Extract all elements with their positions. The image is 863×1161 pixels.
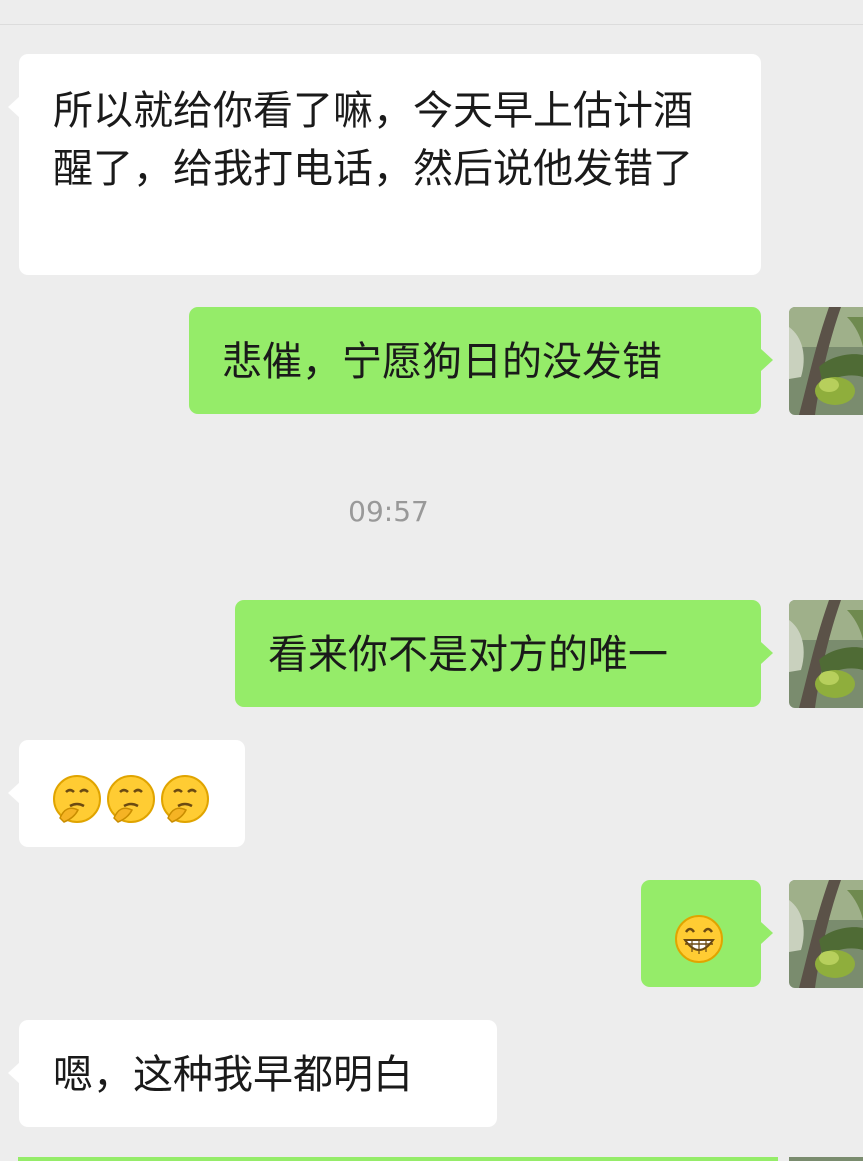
thinking-face-icon bbox=[106, 774, 156, 824]
bubble-tail bbox=[761, 349, 773, 371]
plant-photo-avatar bbox=[789, 307, 863, 415]
message-text: 看来你不是对方的唯一 bbox=[268, 632, 668, 678]
top-divider bbox=[0, 0, 863, 25]
message-bubble-incoming[interactable]: 嗯，这种我早都明白 bbox=[8, 1020, 497, 1127]
message-bubble-outgoing[interactable] bbox=[641, 880, 773, 987]
message-text: 所以就给你看了嘛，今天早上估计酒醒了，给我打电话，然后说他发错了 bbox=[53, 88, 693, 192]
message-text: 嗯，这种我早都明白 bbox=[53, 1052, 413, 1098]
plant-photo-avatar bbox=[789, 880, 863, 988]
avatar[interactable] bbox=[789, 880, 863, 988]
message-bubble-outgoing[interactable]: 看来你不是对方的唯一 bbox=[235, 600, 773, 707]
message-bubble-incoming[interactable] bbox=[8, 740, 245, 847]
plant-photo-avatar bbox=[789, 600, 863, 708]
avatar-partial bbox=[789, 1157, 863, 1161]
bubble-tail bbox=[761, 642, 773, 664]
message-bubble-incoming[interactable]: 所以就给你看了嘛，今天早上估计酒醒了，给我打电话，然后说他发错了 bbox=[8, 54, 761, 275]
next-message-bubble-partial bbox=[18, 1157, 778, 1161]
thinking-face-icon bbox=[52, 774, 102, 824]
message-text: 悲催，宁愿狗日的没发错 bbox=[222, 339, 662, 385]
bubble-tail bbox=[8, 782, 20, 804]
grinning-face-icon bbox=[674, 914, 724, 964]
bubble-tail bbox=[761, 922, 773, 944]
avatar[interactable] bbox=[789, 307, 863, 415]
thinking-face-icon bbox=[160, 774, 210, 824]
bubble-tail bbox=[8, 1062, 20, 1084]
timestamp: 09:57 bbox=[348, 495, 429, 528]
message-bubble-outgoing[interactable]: 悲催，宁愿狗日的没发错 bbox=[189, 307, 773, 414]
bubble-tail bbox=[8, 96, 20, 118]
avatar[interactable] bbox=[789, 600, 863, 708]
